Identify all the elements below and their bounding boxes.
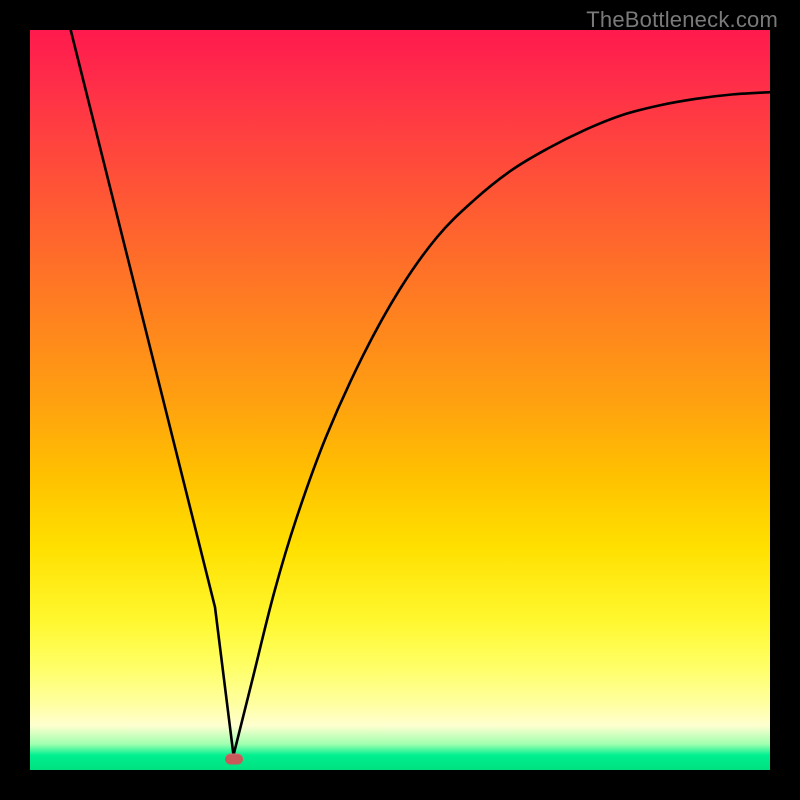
plot-area [30,30,770,770]
chart-frame: TheBottleneck.com [0,0,800,800]
optimal-point-marker [225,753,243,764]
watermark-text: TheBottleneck.com [586,7,778,33]
bottleneck-curve [71,30,770,755]
curve-layer [30,30,770,770]
